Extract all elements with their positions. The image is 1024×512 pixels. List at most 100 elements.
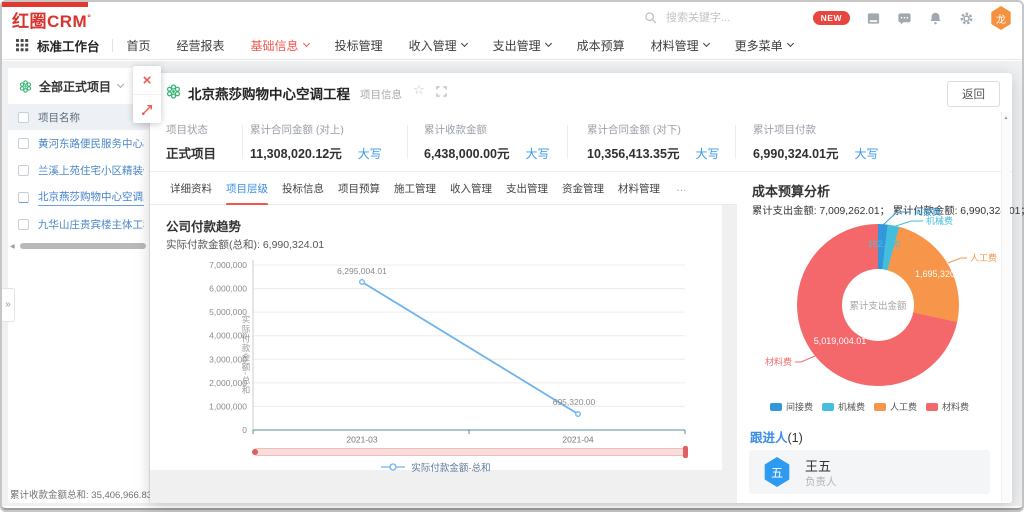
stat-divider — [735, 125, 736, 159]
brand-logo[interactable]: 红圈CRM° — [12, 7, 91, 32]
expand-diagonal-icon[interactable] — [133, 95, 161, 123]
tab-materials[interactable]: 材料管理 — [618, 181, 660, 196]
nav-item-cost-budget[interactable]: 成本预算 — [577, 37, 625, 54]
budget-donut[interactable]: 累计支出金额 — [797, 224, 959, 386]
chevron-down-icon — [303, 40, 310, 47]
more-tabs-button[interactable]: … — [676, 182, 687, 194]
nav-item-more-menu[interactable]: 更多菜单 — [735, 37, 793, 54]
legend-item[interactable]: 人工费 — [874, 400, 917, 413]
stat-divider — [242, 125, 243, 159]
messages-icon[interactable] — [897, 11, 912, 26]
point-label: 6,295,004.01 — [337, 266, 387, 276]
project-list-header[interactable]: 全部正式项目 — [8, 68, 149, 104]
tab-project-hierarchy[interactable]: 项目层级 — [226, 181, 268, 196]
sidebar-expand-handle[interactable]: » — [2, 288, 15, 322]
list-item[interactable]: 九华山庄贵宾楼主体工程 — [8, 211, 149, 238]
nav-item-home[interactable]: 首页 — [127, 37, 151, 54]
list-item[interactable]: 黄河东路便民服务中心幕... — [8, 130, 149, 157]
project-detail-window: 北京燕莎购物中心空调工程 项目信息 ☆ 返回 项目状态 正式项目 累计合同金额 … — [150, 73, 1012, 503]
search-input[interactable] — [664, 11, 814, 25]
nav-item-income[interactable]: 收入管理 — [409, 37, 467, 54]
favorite-star-icon[interactable]: ☆ — [413, 82, 425, 98]
tab-construction[interactable]: 施工管理 — [394, 181, 436, 196]
caps-link[interactable]: 大写 — [695, 145, 719, 162]
window-tools: × — [133, 66, 161, 123]
legend-item[interactable]: 间接费 — [770, 400, 813, 413]
workbench-title[interactable]: 标准工作台 — [37, 36, 100, 55]
back-button[interactable]: 返回 — [947, 81, 1000, 107]
horizontal-scrollbar[interactable]: ◀ — [8, 242, 149, 252]
row-checkbox[interactable] — [18, 165, 29, 176]
brand-logo-degree: ° — [87, 12, 91, 22]
list-item[interactable]: 兰溪上苑住宅小区精装修... — [8, 157, 149, 184]
nav-item-basic-info[interactable]: 基础信息 — [251, 37, 309, 54]
row-checkbox[interactable] — [18, 219, 29, 230]
close-icon[interactable]: × — [133, 66, 161, 95]
notifications-icon[interactable] — [928, 11, 943, 26]
stat-value: 6,990,324.01元 — [753, 143, 839, 162]
tab-project-budget[interactable]: 项目预算 — [338, 181, 380, 196]
caps-link[interactable]: 大写 — [526, 145, 550, 162]
legend-label: 机械费 — [838, 400, 865, 413]
apps-grid-icon[interactable] — [16, 39, 28, 51]
follower-name: 王五 — [805, 456, 831, 475]
scrollbar-thumb[interactable] — [20, 243, 146, 249]
panel-subtitle: 累计支出金额: 7,009,262.01； 累计付款金额: 6,990,324.… — [752, 202, 997, 217]
nav-item-label: 更多菜单 — [735, 37, 783, 54]
new-badge[interactable]: NEW — [813, 11, 850, 25]
slice-label: 人工费 — [970, 252, 997, 263]
nav-item-expenditure[interactable]: 支出管理 — [493, 37, 551, 54]
row-checkbox[interactable] — [18, 192, 29, 203]
tab-expenditure[interactable]: 支出管理 — [506, 181, 548, 196]
notes-icon[interactable] — [866, 11, 881, 26]
fullscreen-icon[interactable] — [436, 86, 447, 97]
nav-item-business-reports[interactable]: 经营报表 — [177, 37, 225, 54]
project-link[interactable]: 北京燕莎购物中心空调工程 — [38, 189, 144, 206]
scroll-up-icon[interactable]: ▲ — [1002, 112, 1010, 121]
y-tick: 1,000,000 — [209, 401, 247, 411]
scroll-left-icon[interactable]: ◀ — [10, 243, 15, 250]
caps-link[interactable]: 大写 — [358, 145, 382, 162]
project-flower-icon — [166, 84, 181, 99]
chart-title: 公司付款趋势 — [166, 216, 241, 235]
legend-marker — [381, 462, 405, 472]
row-checkbox[interactable] — [18, 138, 29, 149]
global-search[interactable] — [644, 8, 834, 28]
line-chart-legend[interactable]: 实际付款金额-总和 — [150, 460, 722, 474]
user-avatar[interactable]: 龙 — [990, 6, 1012, 30]
legend-label: 人工费 — [890, 400, 917, 413]
follower-title: 跟进人 — [750, 431, 788, 445]
project-link[interactable]: 兰溪上苑住宅小区精装修... — [38, 163, 144, 178]
app-window: 红圈CRM° NEW 龙 标准工作台 首页 经营报表 基础信息 投标管理 收入管… — [0, 0, 1024, 512]
project-link[interactable]: 九华山庄贵宾楼主体工程 — [38, 217, 144, 232]
column-header-label: 项目名称 — [38, 110, 80, 125]
data-point[interactable] — [360, 280, 365, 285]
list-item-selected[interactable]: 北京燕莎购物中心空调工程 — [8, 184, 149, 211]
caps-link[interactable]: 大写 — [855, 145, 879, 162]
nav-item-label: 成本预算 — [577, 37, 625, 54]
tab-income[interactable]: 收入管理 — [450, 181, 492, 196]
settings-icon[interactable] — [959, 11, 974, 26]
tab-bidding-info[interactable]: 投标信息 — [282, 181, 324, 196]
legend-chip — [926, 403, 938, 411]
tab-funds[interactable]: 资金管理 — [562, 181, 604, 196]
tab-details[interactable]: 详细资料 — [170, 181, 212, 196]
select-all-checkbox[interactable] — [18, 112, 29, 123]
nav-item-materials[interactable]: 材料管理 — [651, 37, 709, 54]
chart-zoom-slider[interactable] — [253, 448, 687, 456]
legend-item[interactable]: 机械费 — [822, 400, 865, 413]
vertical-scrollbar[interactable]: ▲ — [1001, 112, 1010, 501]
zoom-handle-right[interactable] — [683, 446, 688, 458]
zoom-handle-left[interactable] — [252, 449, 258, 455]
nav-item-bidding[interactable]: 投标管理 — [335, 37, 383, 54]
nav-item-label: 支出管理 — [493, 37, 541, 54]
y-tick: 4,000,000 — [209, 331, 247, 341]
data-point[interactable] — [576, 412, 581, 417]
legend-item[interactable]: 材料费 — [926, 400, 969, 413]
pie-legend[interactable]: 间接费 机械费 人工费 材料费 — [737, 400, 1002, 413]
project-link[interactable]: 黄河东路便民服务中心幕... — [38, 136, 144, 151]
follower-card[interactable]: 五 王五 负责人 — [749, 450, 990, 494]
chevron-down-icon — [545, 40, 552, 47]
detail-header: 北京燕莎购物中心空调工程 项目信息 ☆ 返回 — [150, 73, 1012, 112]
project-list-panel: 全部正式项目 项目名称 黄河东路便民服务中心幕... 兰溪上苑住宅小区精装修..… — [8, 68, 150, 503]
